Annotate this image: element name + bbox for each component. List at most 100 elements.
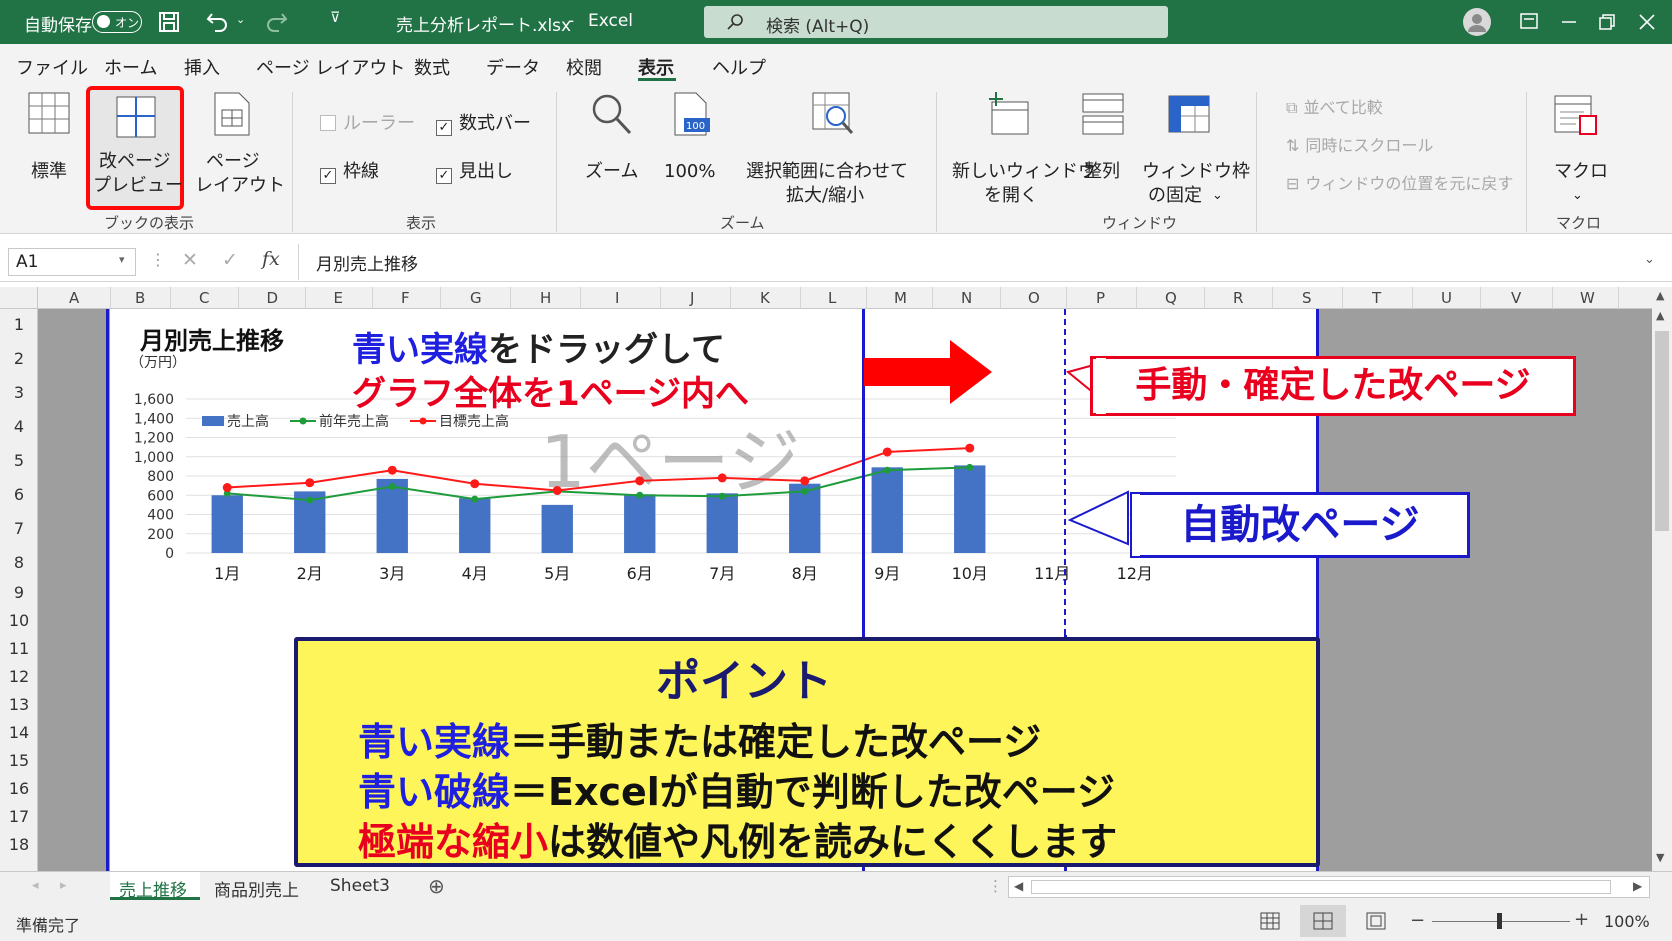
row-header-7[interactable]: 7 [0, 519, 38, 538]
row-header-13[interactable]: 13 [0, 695, 38, 714]
close-icon[interactable] [1638, 13, 1656, 31]
account-icon[interactable] [1462, 7, 1492, 37]
name-box-dropdown-icon[interactable]: ▾ [119, 253, 125, 266]
redo-icon[interactable] [264, 10, 288, 32]
page-break-preview-button[interactable]: 改ページ プレビュー [86, 86, 184, 210]
tab-data[interactable]: データ [486, 54, 540, 80]
column-header-a[interactable]: A [69, 289, 79, 307]
sheet-tab-products[interactable]: 商品別売上 [214, 876, 299, 901]
tab-view[interactable]: 表示 [638, 54, 674, 80]
ribbon-display-icon[interactable] [1520, 13, 1538, 29]
row-header-3[interactable]: 3 [0, 383, 38, 402]
row-header-18[interactable]: 18 [0, 835, 38, 854]
tab-formulas[interactable]: 数式 [414, 54, 450, 80]
column-header-m[interactable]: M [894, 289, 907, 307]
column-header-l[interactable]: L [828, 289, 836, 307]
row-header-4[interactable]: 4 [0, 417, 38, 436]
row-header-11[interactable]: 11 [0, 639, 38, 658]
reset-window-position-button[interactable]: ⊟ ウィンドウの位置を元に戻す [1286, 172, 1513, 196]
split-up-icon[interactable]: ▲ [1656, 309, 1664, 322]
zoom-button[interactable]: ズーム [578, 92, 642, 192]
normal-view-status-icon[interactable] [1260, 912, 1280, 930]
column-header-d[interactable]: D [267, 289, 279, 307]
row-header-16[interactable]: 16 [0, 779, 38, 798]
insert-function-icon[interactable]: fx [262, 248, 280, 270]
column-header-e[interactable]: E [334, 289, 343, 307]
macros-button[interactable]: マクロ ⌄ [1540, 92, 1616, 203]
save-icon[interactable] [158, 11, 180, 33]
column-header-q[interactable]: Q [1165, 289, 1177, 307]
gridlines-checkbox[interactable]: ✓ 枠線 [320, 160, 379, 184]
sheet-tab-sheet3[interactable]: Sheet3 [330, 876, 390, 896]
column-header-h[interactable]: H [540, 289, 551, 307]
scroll-left-icon[interactable]: ◀ [1014, 879, 1023, 893]
zoom-out-icon[interactable]: − [1410, 910, 1425, 931]
page-layout-view-status-icon[interactable] [1366, 912, 1386, 930]
column-header-b[interactable]: B [135, 289, 145, 307]
column-header-w[interactable]: W [1580, 289, 1595, 307]
row-header-12[interactable]: 12 [0, 667, 38, 686]
column-header-i[interactable]: I [615, 289, 619, 307]
row-header-14[interactable]: 14 [0, 723, 38, 742]
page-layout-view-button[interactable]: ページ レイアウト [192, 92, 285, 202]
customize-qat-icon[interactable]: ⊽ [330, 10, 340, 26]
row-header-5[interactable]: 5 [0, 451, 38, 470]
tab-split-icon[interactable]: ⋮ [988, 877, 1003, 895]
row-header-10[interactable]: 10 [0, 611, 38, 630]
restore-icon[interactable] [1598, 13, 1616, 31]
confirm-entry-icon[interactable]: ✓ [222, 249, 238, 271]
normal-view-button[interactable]: 標準 [22, 92, 76, 192]
prev-sheet-icon[interactable]: ◂ [32, 878, 39, 893]
undo-icon[interactable] [206, 10, 230, 32]
scroll-right-icon[interactable]: ▶ [1633, 879, 1642, 893]
row-header-15[interactable]: 15 [0, 751, 38, 770]
autosave-toggle[interactable]: オン [92, 11, 142, 33]
tab-home[interactable]: ホーム [104, 54, 157, 80]
zoom-slider-thumb[interactable] [1497, 913, 1502, 929]
row-header-6[interactable]: 6 [0, 485, 38, 504]
row-header-9[interactable]: 9 [0, 583, 38, 602]
column-header-r[interactable]: R [1233, 289, 1243, 307]
column-header-g[interactable]: G [470, 289, 482, 307]
ruler-checkbox[interactable]: ルーラー [320, 112, 415, 136]
headings-checkbox[interactable]: ✓ 見出し [436, 160, 513, 184]
freeze-panes-button[interactable]: ウィンドウ枠 の固定 ⌄ [1136, 92, 1250, 206]
arrange-all-button[interactable]: 整列 [1076, 92, 1132, 192]
column-header-u[interactable]: U [1441, 289, 1452, 307]
expand-formula-icon[interactable]: ⌄ [1644, 252, 1655, 267]
view-side-by-side-button[interactable]: ⧉ 並べて比較 [1286, 96, 1383, 120]
zoom-100-button[interactable]: 100 100% [660, 92, 720, 192]
column-header-f[interactable]: F [401, 289, 410, 307]
add-sheet-icon[interactable]: ⊕ [428, 874, 445, 898]
column-header-o[interactable]: O [1028, 289, 1040, 307]
next-sheet-icon[interactable]: ▸ [60, 878, 67, 893]
row-header-17[interactable]: 17 [0, 807, 38, 826]
column-header-c[interactable]: C [199, 289, 209, 307]
tab-insert[interactable]: 挿入 [184, 54, 220, 80]
name-box[interactable]: A1 ▾ [8, 248, 136, 276]
zoom-to-selection-button[interactable]: 選択範囲に合わせて 拡大/縮小 [740, 92, 924, 206]
vertical-scrollbar[interactable]: ▲ ▲ ▼ [1652, 287, 1672, 871]
column-header-s[interactable]: S [1302, 289, 1312, 307]
page-break-view-status-button[interactable] [1300, 905, 1346, 937]
column-header-j[interactable]: J [690, 289, 694, 307]
row-header-2[interactable]: 2 [0, 349, 38, 368]
tab-help[interactable]: ヘルプ [712, 54, 766, 80]
zoom-in-icon[interactable]: + [1574, 909, 1589, 930]
tab-file[interactable]: ファイル [16, 54, 88, 80]
column-header-k[interactable]: K [760, 289, 770, 307]
column-header-n[interactable]: N [961, 289, 972, 307]
minimize-icon[interactable] [1560, 14, 1578, 30]
sync-scroll-button[interactable]: ⇅ 同時にスクロール [1286, 134, 1433, 158]
search-box[interactable]: 検索 (Alt+Q) [704, 6, 1168, 38]
column-header-v[interactable]: V [1511, 289, 1521, 307]
scroll-down-icon[interactable]: ▼ [1656, 851, 1664, 864]
formula-bar-checkbox[interactable]: ✓ 数式バー [436, 112, 531, 136]
row-header-1[interactable]: 1 [0, 315, 38, 334]
zoom-level[interactable]: 100% [1604, 912, 1650, 931]
row-header-8[interactable]: 8 [0, 553, 38, 572]
scroll-up-icon[interactable]: ▲ [1656, 289, 1664, 302]
horizontal-scrollbar[interactable]: ◀ ▶ [1008, 876, 1650, 898]
undo-dropdown-icon[interactable]: ⌄ [236, 13, 245, 26]
tab-review[interactable]: 校閲 [566, 54, 602, 80]
